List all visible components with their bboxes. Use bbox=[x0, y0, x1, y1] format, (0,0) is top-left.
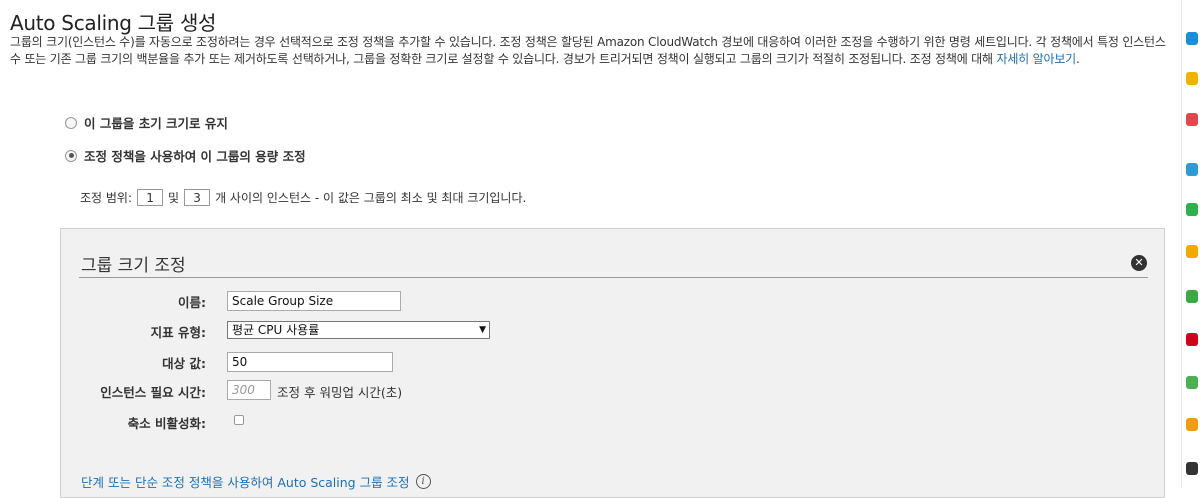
scaling-policy-panel: 그룹 크기 조정 ✕ 이름: Scale Group Size 지표 유형: 평… bbox=[60, 228, 1165, 498]
range-max-input[interactable]: 3 bbox=[184, 189, 211, 206]
green-bar-icon[interactable] bbox=[1186, 290, 1198, 303]
info-icon[interactable]: i bbox=[415, 474, 431, 489]
green-chart-icon[interactable] bbox=[1186, 376, 1198, 389]
option-use-scaling-policies[interactable]: 조정 정책을 사용하여 이 그룹의 용량 조정 bbox=[65, 146, 306, 165]
dropdown-arrow-icon: ▼ bbox=[479, 325, 486, 335]
range-min-input[interactable]: 1 bbox=[137, 189, 164, 206]
range-prefix: 조정 범위: bbox=[80, 191, 133, 205]
disable-scale-in-label: 축소 비활성화: bbox=[127, 416, 206, 431]
close-icon[interactable]: ✕ bbox=[1131, 255, 1147, 271]
step-policy-link-text[interactable]: 단계 또는 단순 조정 정책을 사용하여 Auto Scaling 그룹 조정 bbox=[81, 472, 410, 491]
target-value-label: 대상 값: bbox=[162, 356, 206, 371]
page-description: 그룹의 크기(인스턴스 수)를 자동으로 조정하려는 경우 선택적으로 조정 정… bbox=[10, 34, 1170, 68]
keep-initial-size-radio[interactable] bbox=[65, 116, 77, 129]
range-conjunction: 및 bbox=[168, 191, 180, 205]
metric-type-select[interactable]: 평균 CPU 사용률 ▼ bbox=[227, 321, 490, 339]
warmup-input[interactable]: 300 bbox=[227, 380, 271, 400]
teal-service-icon[interactable] bbox=[1186, 163, 1198, 176]
use-scaling-policies-radio[interactable] bbox=[65, 149, 77, 162]
red-service-icon[interactable] bbox=[1186, 113, 1198, 126]
metric-type-label: 지표 유형: bbox=[150, 325, 206, 340]
dark-icon[interactable] bbox=[1186, 462, 1198, 475]
green-service-icon[interactable] bbox=[1186, 203, 1198, 216]
keep-initial-size-label: 이 그룹을 초기 크기로 유지 bbox=[84, 116, 228, 131]
warmup-suffix: 조정 후 워밍업 시간(초) bbox=[277, 385, 403, 400]
orange-box-icon[interactable] bbox=[1186, 418, 1198, 431]
target-value-input[interactable]: 50 bbox=[227, 352, 393, 372]
panel-title: 그룹 크기 조정 bbox=[81, 256, 186, 276]
panel-divider bbox=[79, 277, 1148, 278]
disable-scale-in-checkbox[interactable] bbox=[234, 415, 244, 425]
step-policy-link[interactable]: 단계 또는 단순 조정 정책을 사용하여 Auto Scaling 그룹 조정 … bbox=[81, 472, 431, 491]
option-keep-initial-size[interactable]: 이 그룹을 초기 크기로 유지 bbox=[65, 113, 228, 132]
range-suffix: 개 사이의 인스턴스 - 이 값은 그룹의 최소 및 최대 크기입니다. bbox=[215, 191, 527, 205]
orange-service-icon[interactable] bbox=[1186, 245, 1198, 258]
learn-more-link[interactable]: 자세히 알아보기 bbox=[997, 52, 1077, 66]
name-label: 이름: bbox=[178, 295, 206, 310]
use-scaling-policies-label: 조정 정책을 사용하여 이 그룹의 용량 조정 bbox=[84, 149, 306, 164]
red-box-icon[interactable] bbox=[1186, 333, 1198, 346]
name-input[interactable]: Scale Group Size bbox=[227, 291, 401, 311]
learn-more-suffix: . bbox=[1076, 52, 1080, 66]
description-text: 그룹의 크기(인스턴스 수)를 자동으로 조정하려는 경우 선택적으로 조정 정… bbox=[10, 35, 1166, 66]
page-title: Auto Scaling 그룹 생성 bbox=[10, 11, 217, 35]
blue-service-icon[interactable] bbox=[1186, 32, 1198, 45]
yellow-service-icon[interactable] bbox=[1186, 72, 1198, 85]
warmup-label: 인스턴스 필요 시간: bbox=[100, 385, 206, 400]
scaling-range: 조정 범위: 1 및 3 개 사이의 인스턴스 - 이 값은 그룹의 최소 및 … bbox=[80, 189, 526, 206]
service-shortcut-strip bbox=[1181, 0, 1200, 488]
metric-type-value: 평균 CPU 사용률 bbox=[232, 323, 320, 337]
